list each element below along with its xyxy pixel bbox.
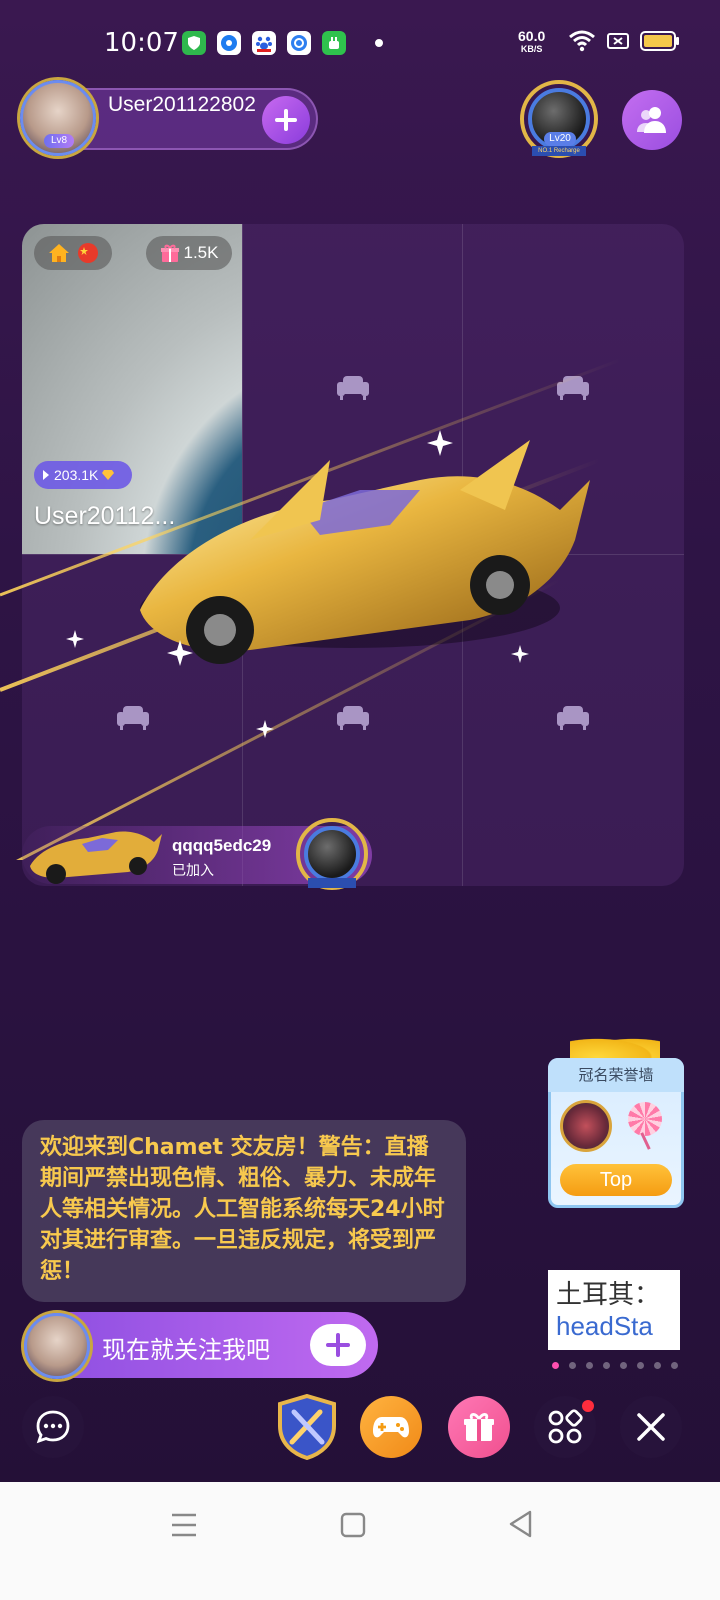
announcement-text: 欢迎来到Chamet 交友房！警告：直播期间严禁出现色情、粗俗、暴力、未成年人等… — [40, 1135, 445, 1284]
blue-lock-app-icon — [287, 31, 311, 55]
ad-pager — [552, 1362, 678, 1369]
net-speed-value: 60.0 — [518, 28, 546, 44]
system-icons — [568, 30, 680, 52]
notification-dot — [582, 1400, 594, 1412]
gamepad-icon — [373, 1417, 409, 1438]
lollipop-icon — [628, 1102, 662, 1136]
joined-username: qqqq5edc29 — [172, 836, 272, 855]
chat-button[interactable] — [22, 1396, 84, 1458]
home-icon — [49, 244, 69, 262]
crossed-swords-shield-icon — [278, 1393, 336, 1461]
gift-box-icon — [464, 1413, 494, 1441]
grid-menu-icon — [548, 1409, 583, 1444]
online-users-button[interactable] — [622, 90, 682, 150]
net-speed-unit: KB/S — [520, 44, 543, 54]
joined-status: 已加入 — [172, 862, 214, 878]
net-speed: 60.0 KB/S — [518, 28, 546, 56]
gift-count-chip: 1.5K — [146, 236, 232, 270]
menu-icon[interactable] — [170, 1512, 198, 1538]
battery-icon — [640, 31, 679, 51]
room-announcement: 欢迎来到Chamet 交友房！警告：直播期间严禁出现色情、粗俗、暴力、未成年人等… — [22, 1120, 466, 1302]
system-navigation-bar — [0, 1482, 720, 1600]
wifi-icon — [569, 30, 595, 52]
golden-car-icon — [140, 440, 590, 664]
blue-circle-app-icon — [217, 31, 241, 55]
baidu-paw-app-icon — [252, 31, 276, 55]
follow-host-button[interactable] — [262, 96, 310, 144]
follow-prompt-text: 现在就关注我吧 — [102, 1336, 270, 1364]
dot-icon — [375, 39, 383, 47]
shield-app-icon — [182, 31, 206, 55]
plus-icon — [326, 1333, 350, 1357]
gift-icon — [160, 244, 179, 262]
home-square-icon[interactable] — [340, 1512, 366, 1538]
ad-text-line1: 土耳其： — [556, 1280, 661, 1310]
entrance-effect-overlay — [0, 358, 621, 860]
rank-badge-level: Lv20 — [544, 132, 576, 146]
host-level-badge: Lv8 — [44, 134, 74, 148]
honor-top-button[interactable]: Top — [560, 1164, 672, 1196]
close-icon — [637, 1413, 665, 1441]
honor-wall-title: 冠名荣誉墙 — [548, 1058, 684, 1092]
green-android-app-icon — [322, 31, 346, 55]
pager-dot — [620, 1362, 627, 1369]
pk-battle-button[interactable] — [276, 1393, 338, 1461]
ad-banner[interactable]: 土耳其： headSta — [548, 1270, 680, 1350]
plus-icon — [275, 109, 297, 131]
game-button[interactable] — [360, 1396, 422, 1458]
status-time: 10:07 — [104, 28, 179, 58]
users-icon — [637, 107, 666, 133]
notification-icons — [182, 31, 383, 55]
pager-dot — [654, 1362, 661, 1369]
host-name: User201122802 — [108, 93, 256, 116]
back-icon[interactable] — [508, 1510, 534, 1538]
home-country-chip — [34, 236, 112, 270]
pager-dot — [569, 1362, 576, 1369]
follow-button[interactable] — [310, 1324, 366, 1366]
pager-dot — [586, 1362, 593, 1369]
pager-dot — [637, 1362, 644, 1369]
follow-host-avatar — [24, 1313, 90, 1379]
pager-dot-active — [552, 1362, 559, 1369]
china-flag-icon — [78, 243, 98, 263]
joined-user-badge — [296, 818, 368, 890]
golden-car-icon — [30, 831, 162, 884]
close-room-button[interactable] — [620, 1396, 682, 1458]
gift-button[interactable] — [448, 1396, 510, 1458]
pager-dot — [671, 1362, 678, 1369]
gift-count: 1.5K — [183, 243, 219, 262]
battery-saver-icon — [607, 33, 629, 49]
chat-bubble-icon — [36, 1410, 70, 1444]
ad-text-line2: headSta — [556, 1311, 653, 1341]
rank-badge-ribbon: NO.1 Recharge — [532, 146, 586, 156]
pager-dot — [603, 1362, 610, 1369]
rank-badge[interactable]: Lv20 NO.1 Recharge — [520, 80, 598, 158]
honor-wall-avatar — [560, 1100, 612, 1152]
